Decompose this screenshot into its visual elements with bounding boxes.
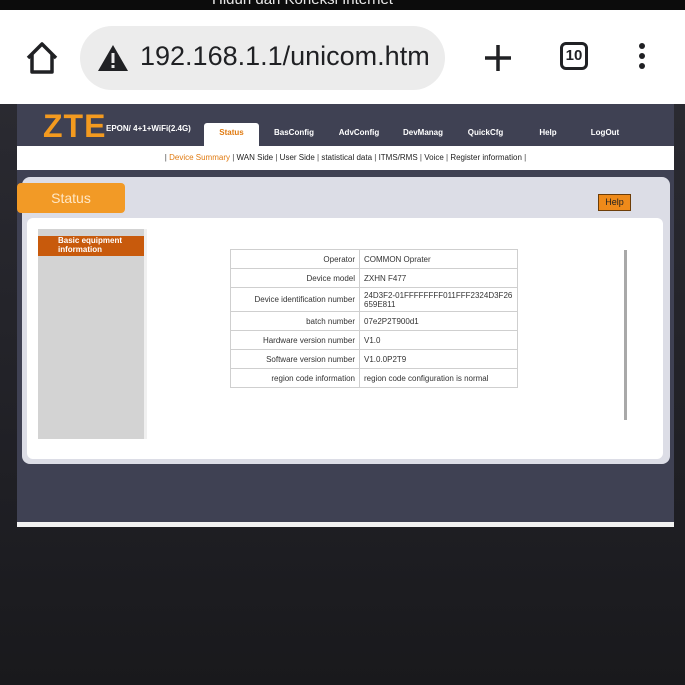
page-bottom-border: [17, 522, 674, 527]
table-cell-value: V1.0.0P2T9: [359, 349, 518, 369]
table-row: batch number 07e2P2T900d1: [230, 311, 518, 331]
more-menu-icon[interactable]: [632, 40, 652, 76]
nav-devmanag[interactable]: DevManag: [397, 123, 449, 146]
device-model-label: EPON/ 4+1+WiFi(2.4G): [106, 124, 191, 133]
url-text[interactable]: 192.168.1.1/unicom.htm: [140, 41, 430, 72]
sub-navigation: | Device Summary | WAN Side | User Side …: [17, 146, 674, 170]
table-cell-value: 07e2P2T900d1: [359, 311, 518, 331]
table-cell-value: 24D3F2-01FFFFFFFF011FFF2324D3F26659E811: [359, 287, 518, 312]
table-cell-value: region code configuration is normal: [359, 368, 518, 388]
table-cell-label: Device model: [230, 268, 360, 288]
table-cell-label: Software version number: [230, 349, 360, 369]
table-cell-label: Hardware version number: [230, 330, 360, 350]
status-bar-text: Hiduh dan Koneksi Internet: [212, 0, 393, 8]
table-row: Device model ZXHN F477: [230, 268, 518, 288]
nav-logout[interactable]: LogOut: [587, 123, 623, 146]
system-status-bar: Hiduh dan Koneksi Internet: [0, 0, 685, 10]
table-row: Software version number V1.0.0P2T9: [230, 349, 518, 369]
subnav-voice[interactable]: Voice: [424, 153, 444, 162]
status-content: Basic equipment information Operator COMM…: [27, 218, 663, 459]
subnav-user-side[interactable]: User Side: [280, 153, 315, 162]
subnav-wan-side[interactable]: WAN Side: [237, 153, 274, 162]
nav-basconfig[interactable]: BasConfig: [269, 123, 319, 146]
table-cell-label: Device identification number: [230, 287, 360, 312]
table-cell-label: batch number: [230, 311, 360, 331]
nav-quickcfg[interactable]: QuickCfg: [463, 123, 508, 146]
table-cell-label: region code information: [230, 368, 360, 388]
vertical-scrollbar[interactable]: [624, 250, 627, 420]
subnav-device-summary[interactable]: Device Summary: [169, 153, 230, 162]
home-icon[interactable]: [22, 38, 62, 78]
table-cell-value: V1.0: [359, 330, 518, 350]
table-row: Hardware version number V1.0: [230, 330, 518, 350]
address-bar[interactable]: 192.168.1.1/unicom.htm: [80, 26, 445, 90]
page-content: ZTE EPON/ 4+1+WiFi(2.4G) Status BasConfi…: [0, 104, 685, 685]
new-tab-icon[interactable]: [478, 38, 518, 78]
table-row: Device identification number 24D3F2-01FFF…: [230, 287, 518, 312]
sidebar-item-basic-equipment-information[interactable]: Basic equipment information: [38, 236, 144, 256]
subnav-itms-rms[interactable]: ITMS/RMS: [379, 153, 418, 162]
status-sidebar: Basic equipment information: [38, 229, 147, 439]
table-row: Operator COMMON Oprater: [230, 249, 518, 269]
table-cell-value: COMMON Oprater: [359, 249, 518, 269]
router-admin-page: ZTE EPON/ 4+1+WiFi(2.4G) Status BasConfi…: [17, 104, 674, 522]
subnav-register-information[interactable]: Register information: [450, 153, 522, 162]
warning-icon[interactable]: [97, 44, 129, 72]
zte-logo: ZTE: [43, 108, 107, 144]
table-cell-label: Operator: [230, 249, 360, 269]
router-header: ZTE EPON/ 4+1+WiFi(2.4G) Status BasConfi…: [17, 104, 674, 146]
nav-help[interactable]: Help: [533, 123, 563, 146]
help-button[interactable]: Help: [598, 194, 631, 211]
nav-status[interactable]: Status: [204, 123, 259, 146]
nav-advconfig[interactable]: AdvConfig: [333, 123, 385, 146]
device-info-table: Operator COMMON Oprater Device model ZXHN …: [230, 249, 518, 388]
status-panel: Status Help Basic equipment information …: [17, 177, 670, 464]
tab-switcher-button[interactable]: 10: [560, 42, 588, 70]
subnav-statistical-data[interactable]: statistical data: [321, 153, 372, 162]
status-section-tab: Status: [17, 183, 125, 213]
table-row: region code information region code confi…: [230, 368, 518, 388]
table-cell-value: ZXHN F477: [359, 268, 518, 288]
browser-toolbar: 192.168.1.1/unicom.htm 10: [0, 10, 685, 104]
